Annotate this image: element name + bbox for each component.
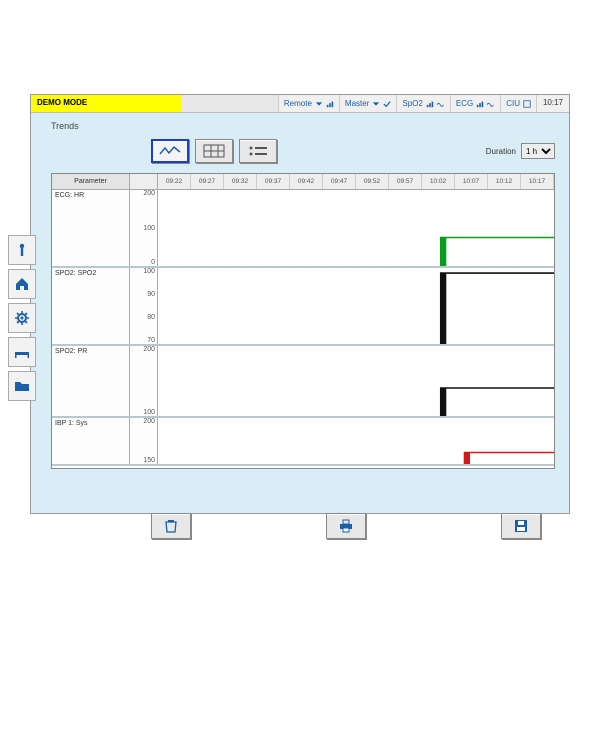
topbar-item-master[interactable]: Master — [339, 95, 396, 112]
y-axis: 100 90 80 70 — [130, 268, 158, 344]
axis-tick: 200 — [143, 346, 155, 353]
topbar-label: ECG — [456, 99, 473, 108]
axis-tick: 80 — [147, 314, 155, 321]
module-icon — [523, 100, 531, 108]
app-window: DEMO MODE Remote Master SpO2 ECG CIU 10:… — [30, 94, 570, 514]
time-tick: 09:57 — [389, 174, 422, 189]
trend-rows: ECG: HR 200 100 0 SPO2: SPO2 100 90 80 70 SPO2: P… — [52, 190, 554, 468]
table-icon — [203, 144, 225, 158]
axis-header — [130, 174, 158, 189]
delete-button[interactable] — [151, 513, 191, 539]
disk-icon — [513, 518, 529, 534]
y-axis: 200 100 — [130, 346, 158, 416]
duration-label: Duration — [486, 147, 516, 156]
check-icon — [383, 100, 391, 108]
bottom-action-bar — [151, 511, 541, 541]
trend-plot — [158, 418, 554, 464]
printer-icon — [338, 518, 354, 534]
time-tick: 09:27 — [191, 174, 224, 189]
y-axis: 200 100 0 — [130, 190, 158, 266]
duration-control: Duration 1 h — [486, 143, 555, 159]
gear-icon — [14, 310, 30, 326]
parameter-header: Parameter — [52, 174, 130, 189]
time-tick: 09:32 — [224, 174, 257, 189]
sidebar-patient-button[interactable] — [8, 235, 36, 265]
topbar-item-remote[interactable]: Remote — [278, 95, 339, 112]
sidebar-records-button[interactable] — [8, 371, 36, 401]
bed-icon — [14, 344, 30, 360]
clock: 10:17 — [536, 95, 569, 112]
axis-tick: 150 — [143, 457, 155, 464]
trends-block: Parameter 09:2209:2709:3209:3709:4209:47… — [51, 173, 555, 469]
topbar-label: Remote — [284, 99, 312, 108]
y-axis: 200 150 — [130, 418, 158, 464]
time-tick: 09:37 — [257, 174, 290, 189]
axis-tick: 100 — [143, 225, 155, 232]
time-tick: 10:02 — [422, 174, 455, 189]
time-tick: 10:07 — [455, 174, 488, 189]
parameter-label: SPO2: PR — [52, 346, 130, 416]
print-button[interactable] — [326, 513, 366, 539]
axis-tick: 100 — [143, 409, 155, 416]
table-view-button[interactable] — [195, 139, 233, 163]
trend-row: ECG: HR 200 100 0 — [52, 190, 554, 268]
time-axis: 09:2209:2709:3209:3709:4209:4709:5209:57… — [158, 174, 554, 189]
time-tick: 09:22 — [158, 174, 191, 189]
content: Trends Duration 1 h Parameter 09 — [51, 121, 555, 505]
time-tick: 09:52 — [356, 174, 389, 189]
duration-select[interactable]: 1 h — [521, 143, 555, 159]
list-icon — [247, 144, 269, 158]
axis-tick: 200 — [143, 190, 155, 197]
list-view-button[interactable] — [239, 139, 277, 163]
topbar-label: Master — [345, 99, 369, 108]
trend-row: SPO2: SPO2 100 90 80 70 — [52, 268, 554, 346]
trend-row: IBP 1: Sys 200 150 — [52, 418, 554, 466]
time-tick: 09:47 — [323, 174, 356, 189]
page-title: Trends — [51, 121, 555, 131]
signal-icon — [426, 100, 434, 108]
signal-icon — [476, 100, 484, 108]
time-tick: 10:12 — [488, 174, 521, 189]
sidebar-settings-button[interactable] — [8, 303, 36, 333]
topbar-label: SpO2 — [402, 99, 422, 108]
axis-tick: 100 — [143, 268, 155, 275]
topbar: DEMO MODE Remote Master SpO2 ECG CIU 10:… — [31, 95, 569, 113]
wave-icon — [437, 100, 445, 108]
topbar-item-spo2[interactable]: SpO2 — [396, 95, 449, 112]
graph-view-button[interactable] — [151, 139, 189, 163]
chart-line-icon — [159, 144, 181, 158]
parameter-label: ECG: HR — [52, 190, 130, 266]
axis-tick: 90 — [147, 291, 155, 298]
signal-icon — [326, 100, 334, 108]
person-icon — [14, 242, 30, 258]
demo-mode-badge: DEMO MODE — [31, 95, 181, 112]
folder-icon — [14, 378, 30, 394]
sidebar-home-button[interactable] — [8, 269, 36, 299]
time-tick: 09:42 — [290, 174, 323, 189]
sidebar — [8, 235, 36, 401]
parameter-label: IBP 1: Sys — [52, 418, 130, 464]
home-icon — [14, 276, 30, 292]
axis-tick: 200 — [143, 418, 155, 425]
dropdown-icon — [315, 100, 323, 108]
topbar-item-ciu[interactable]: CIU — [500, 95, 536, 112]
parameter-label: SPO2: SPO2 — [52, 268, 130, 344]
wave-icon — [487, 100, 495, 108]
trend-row: SPO2: PR 200 100 — [52, 346, 554, 418]
trends-header: Parameter 09:2209:2709:3209:3709:4209:47… — [52, 174, 554, 190]
dropdown-icon — [372, 100, 380, 108]
sidebar-bed-button[interactable] — [8, 337, 36, 367]
trend-plot — [158, 268, 554, 344]
topbar-label: CIU — [506, 99, 520, 108]
trash-icon — [163, 518, 179, 534]
axis-tick: 70 — [147, 337, 155, 344]
view-toolbar: Duration 1 h — [51, 139, 555, 163]
time-tick: 10:17 — [521, 174, 554, 189]
trend-plot — [158, 346, 554, 416]
trend-plot — [158, 190, 554, 266]
save-button[interactable] — [501, 513, 541, 539]
topbar-item-ecg[interactable]: ECG — [450, 95, 500, 112]
axis-tick: 0 — [151, 259, 155, 266]
